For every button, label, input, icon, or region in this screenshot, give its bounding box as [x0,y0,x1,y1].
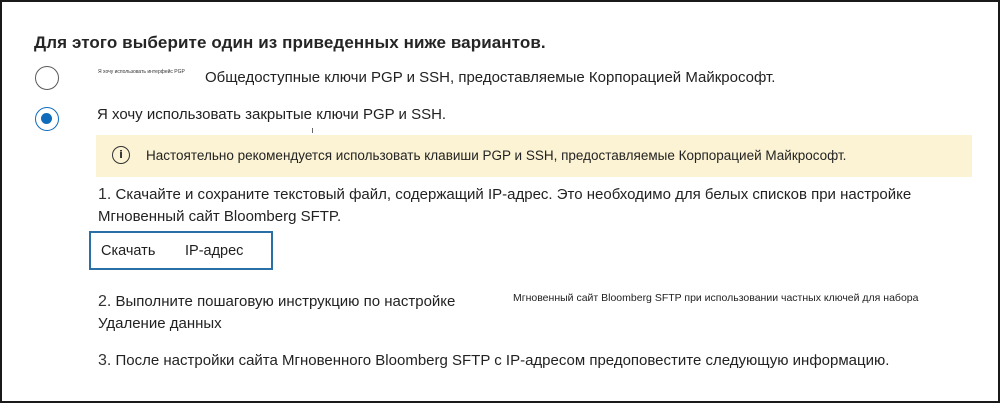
radio-public-keys[interactable] [35,66,59,90]
divider-mark [312,128,313,133]
step-2: 2. Выполните пошаговую инструкцию по нас… [98,291,498,335]
step-2-text: Выполните пошаговую инструкцию по настро… [98,293,456,332]
step-1-text: Скачайте и сохраните текстовый файл, сод… [98,186,912,225]
step-1: 1. Скачайте и сохраните текстовый файл, … [98,184,988,228]
section-heading: Для этого выберите один из приведенных н… [34,33,546,52]
recommendation-banner: i Настоятельно рекомендуется использоват… [96,135,972,177]
step-2-side-text: Мгновенный сайт Bloomberg SFTP при испол… [513,292,919,304]
step-3-number: 3. [98,352,112,369]
banner-text: Настоятельно рекомендуется использовать … [146,148,847,163]
step-3-text: После настройки сайта Мгновенного Bloomb… [115,352,890,369]
radio-private-keys[interactable] [35,107,59,131]
ip-address-label: IP-адрес [185,243,244,259]
option-private-keys-label[interactable]: Я хочу использовать закрытые ключи PGP и… [97,106,446,123]
download-ip-button[interactable]: Скачать IP-адрес [89,231,273,270]
download-label: Скачать [101,243,156,259]
step-2-number: 2. [98,293,112,310]
step-1-number: 1. [98,186,112,203]
step-3: 3. После настройки сайта Мгновенного Blo… [98,352,889,370]
info-icon: i [112,146,130,164]
options-panel: Для этого выберите один из приведенных н… [0,0,1000,403]
option-tiny-note: Я хочу использовать интерфейс PGP [98,69,185,75]
option-public-keys-label[interactable]: Общедоступные ключи PGP и SSH, предостав… [205,69,775,86]
